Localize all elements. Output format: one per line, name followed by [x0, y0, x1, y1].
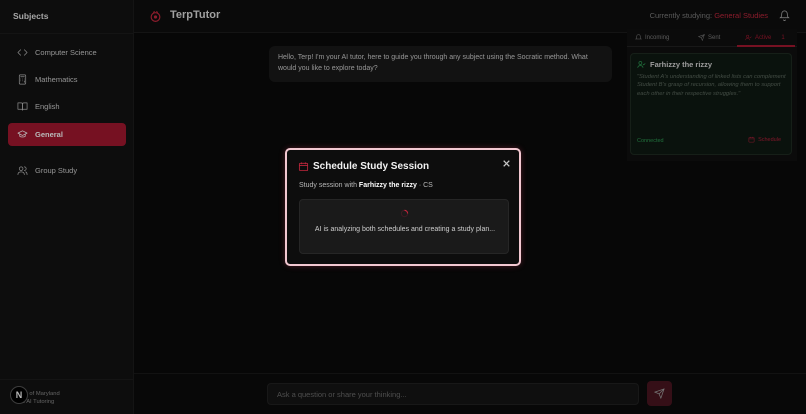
modal-partner-name: Farhizzy the rizzy	[358, 182, 417, 189]
calendar-icon	[298, 162, 309, 172]
modal-loading-message: AI is analyzing both schedules and creat…	[314, 226, 496, 233]
schedule-study-session-modal: Schedule Study Session Study session wit…	[285, 148, 521, 266]
modal-status-box: AI is analyzing both schedules and creat…	[299, 199, 509, 254]
modal-title: Schedule Study Session	[313, 161, 430, 172]
modal-subtitle-prefix: Study session with	[299, 182, 359, 189]
modal-close-button[interactable]	[500, 157, 512, 169]
loading-spinner-icon	[400, 209, 409, 218]
modal-subtitle-suffix: · CS	[416, 182, 433, 189]
modal-subtitle: Study session with Farhizzy the rizzy · …	[299, 182, 433, 189]
close-icon	[502, 159, 510, 167]
